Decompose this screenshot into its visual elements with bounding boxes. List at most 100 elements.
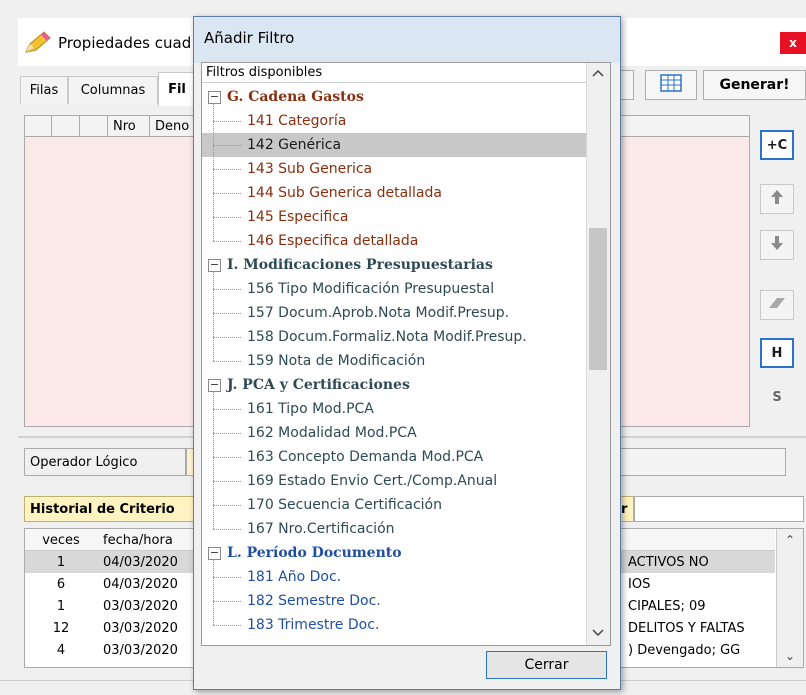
tree-item[interactable]: 162 Modalidad Mod.PCA [202,421,586,445]
tree-item[interactable]: 159 Nota de Modificación [202,349,586,373]
tree-item[interactable]: 163 Concepto Demanda Mod.PCA [202,445,586,469]
tree-connector [213,432,241,434]
tree-node-label: L. Período Documento [227,545,402,561]
tree-item[interactable]: 182 Semestre Doc. [202,589,586,613]
cell-veces: 1 [56,554,66,570]
tree-connector [213,312,241,314]
cell-criterio: DELITOS Y FALTAS [628,620,745,636]
tree-node-label: 161 Tipo Mod.PCA [247,401,374,417]
historial-criterios-label: Historial de Criterio [24,496,194,522]
h-button[interactable]: H [760,338,794,368]
chevron-up-icon[interactable]: ⌃ [777,529,803,547]
dialog-title: Añadir Filtro [204,29,295,47]
tree-group[interactable]: − J. PCA y Certificaciones [202,373,586,397]
tree-item[interactable]: 181 Año Doc. [202,565,586,589]
cell-veces: 4 [56,642,66,658]
grid-header-cell [24,115,52,137]
chevron-down-icon[interactable] [586,622,610,644]
tree-connector [213,192,241,194]
generar-button[interactable]: Generar! [703,70,806,100]
tree-item[interactable]: 144 Sub Generica detallada [202,181,586,205]
tree-item[interactable]: 146 Especifica detallada [202,229,586,253]
cell-fecha: 04/03/2020 [103,554,178,570]
cell-criterio: CIPALES; 09 [628,598,706,614]
erase-button[interactable] [760,290,794,320]
tree-connector [213,576,241,578]
tree-group[interactable]: − L. Período Documento [202,541,586,565]
tree-node-label: 182 Semestre Doc. [247,593,381,609]
chevron-down-icon[interactable]: ⌄ [777,649,803,663]
tree-node-label: 145 Especifica [247,209,349,225]
eraser-icon [767,296,787,314]
tree-node-label: 142 Genérica [247,137,342,153]
tree-connector [213,336,241,338]
tree-connector [213,240,241,242]
tab-filas[interactable]: Filas [20,76,68,104]
tree-node-label: 158 Docum.Formaliz.Nota Modif.Presup. [247,329,527,345]
tree-group[interactable]: − I. Modificaciones Presupuestarias [202,253,586,277]
tree-node-label: 181 Año Doc. [247,569,342,585]
move-down-button[interactable] [760,230,794,260]
tab-filtros[interactable]: Fil [158,72,196,106]
cell-veces: 1 [56,598,66,614]
tree-connector [213,216,241,218]
s-label: S [772,389,782,405]
close-button[interactable]: x [780,32,806,54]
scrollbar-thumb[interactable] [589,228,607,370]
tree-item[interactable]: 157 Docum.Aprob.Nota Modif.Presup. [202,301,586,325]
add-column-button[interactable]: +C [760,130,794,160]
tree-item[interactable]: 170 Secuencia Certificación [202,493,586,517]
tree-node-label: 163 Concepto Demanda Mod.PCA [247,449,484,465]
tree-node-label: 146 Especifica detallada [247,233,419,249]
toolbar-button-partial[interactable] [620,70,634,100]
tree-node-label: 141 Categoría [247,113,347,129]
tree-node-label: 143 Sub Generica [247,161,373,177]
grid-icon [660,74,682,96]
tab-columnas[interactable]: Columnas [68,76,158,104]
tree-item[interactable]: 141 Categoría [202,109,586,133]
historial-label-fragment: r [620,496,634,522]
tree-item[interactable]: 156 Tipo Modificación Presupuestal [202,277,586,301]
filter-tree-header: Filtros disponibles [202,63,586,83]
tree-item[interactable]: 143 Sub Generica [202,157,586,181]
tree-item[interactable]: 167 Nro.Certificación [202,517,586,541]
tree-item[interactable]: 158 Docum.Formaliz.Nota Modif.Presup. [202,325,586,349]
collapse-toggle-icon[interactable]: − [208,90,221,104]
tree-item[interactable]: 161 Tipo Mod.PCA [202,397,586,421]
tree-group[interactable]: − G. Cadena Gastos [202,85,586,109]
tree-node-label: 162 Modalidad Mod.PCA [247,425,417,441]
tree-connector [213,504,241,506]
collapse-toggle-icon[interactable]: − [208,378,221,392]
cell-fecha: 03/03/2020 [103,642,178,658]
history-scrollbar[interactable]: ⌃ ⌄ [776,529,803,667]
tree-item[interactable]: 169 Estado Envio Cert./Comp.Anual [202,469,586,493]
chevron-up-icon[interactable] [586,63,610,83]
collapse-toggle-icon[interactable]: − [208,546,221,560]
cell-fecha: 03/03/2020 [103,598,178,614]
tree-connector [213,456,241,458]
column-header-veces[interactable]: veces [25,533,97,548]
tree-vertical-connector [213,271,214,361]
tree-item[interactable]: 183 Trimestre Doc. [202,613,586,637]
tree-node-label: 157 Docum.Aprob.Nota Modif.Presup. [247,305,510,321]
move-up-button[interactable] [760,184,794,214]
cell-veces: 12 [52,620,70,636]
grid-view-button[interactable] [645,70,697,100]
collapse-toggle-icon[interactable]: − [208,258,221,272]
column-header-fecha[interactable]: fecha/hora [97,533,203,548]
tree-node-label: 170 Secuencia Certificación [247,497,442,513]
tree-connector [213,480,241,482]
tree-connector [213,168,241,170]
cerrar-button[interactable]: Cerrar [486,651,607,679]
tree-node-label: 169 Estado Envio Cert./Comp.Anual [247,473,498,489]
operador-logico-field-right[interactable] [620,448,786,476]
tree-node-label: 159 Nota de Modificación [247,353,426,369]
tree-node-label: J. PCA y Certificaciones [227,377,410,393]
tree-item[interactable]: 142 Genérica [202,133,586,157]
tree-vertical-connector [213,103,214,241]
cell-fecha: 03/03/2020 [103,620,178,636]
tree-node-label: 156 Tipo Modificación Presupuestal [247,281,495,297]
tree-connector [213,408,241,410]
historial-search-input[interactable] [634,496,804,522]
tree-item[interactable]: 145 Especifica [202,205,586,229]
